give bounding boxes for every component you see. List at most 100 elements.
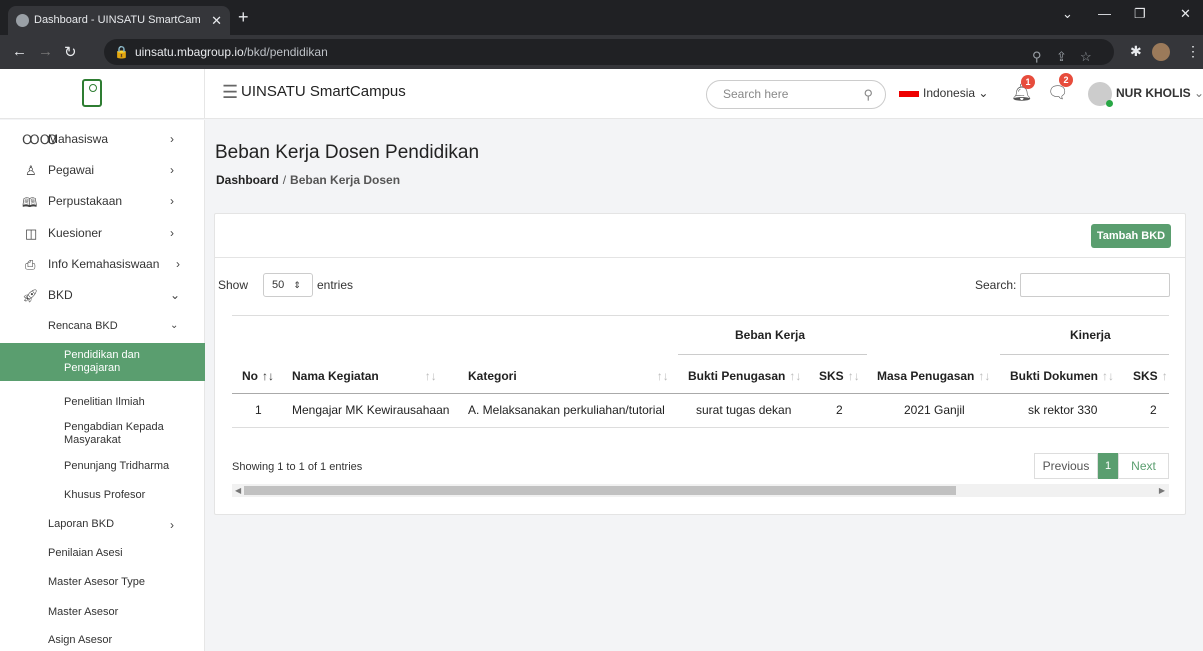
column-header-kategori[interactable]: Kategori ↑↓ [468, 369, 669, 383]
address-bar[interactable]: 🔒 uinsatu.mbagroup.io/bkd/pendidikan ⚲ ⇪ … [104, 39, 1114, 65]
sort-icon: ↑↓ [847, 369, 860, 383]
forward-icon[interactable]: → [38, 43, 53, 60]
sort-icon: ↑↓ [978, 369, 991, 383]
language-selector[interactable]: Indonesia ⌄ [923, 86, 988, 100]
sidebar: ꝎꝎ Mahasiswa › ♙ Pegawai › 🕮 Perpustakaa… [0, 120, 205, 651]
lock-icon: 🔒 [114, 45, 129, 59]
column-header-bukti-dokumen[interactable]: Bukti Dokumen ↑↓ [1010, 369, 1114, 383]
sidebar-item-penunjang[interactable]: Penunjang Tridharma [64, 460, 169, 473]
chevron-right-icon: › [170, 518, 174, 532]
chevron-down-icon: ⌄ [170, 320, 179, 331]
restore-icon[interactable]: ❐ [1134, 6, 1146, 22]
column-header-sks[interactable]: SKS ↑↓ [819, 369, 860, 383]
column-label: Bukti Penugasan [688, 369, 786, 383]
scroll-left-icon[interactable]: ◀ [235, 484, 241, 497]
sidebar-item-label: Laporan BKD [48, 518, 115, 530]
sidebar-item-penilaian-asesi[interactable]: Penilaian Asesi [48, 547, 123, 559]
column-header-no[interactable]: No ↑↓ [242, 369, 274, 383]
sort-icon: ↑ [1161, 369, 1168, 383]
clipboard-icon: ◫ [25, 226, 38, 241]
show-label: Show [218, 278, 249, 292]
column-header-sks-kinerja[interactable]: SKS ↑ [1133, 369, 1169, 383]
table-search-input[interactable] [1020, 273, 1170, 297]
column-header-bukti-penugasan[interactable]: Bukti Penugasan ↑↓ [688, 369, 801, 383]
table-top-border [232, 315, 1169, 316]
scrollbar-thumb[interactable] [244, 486, 956, 495]
sidebar-item-kuesioner[interactable]: ◫ Kuesioner › [0, 226, 205, 256]
scroll-right-icon[interactable]: ▶ [1159, 484, 1165, 497]
sidebar-item-label: Perpustakaan [48, 194, 123, 208]
breadcrumb: Dashboard / Beban Kerja Dosen [216, 173, 400, 187]
minimize-icon[interactable]: — [1098, 6, 1111, 21]
sidebar-item-label: BKD [48, 288, 73, 302]
previous-button[interactable]: Previous [1034, 453, 1098, 479]
page-title: Beban Kerja Dosen Pendidikan [215, 142, 480, 163]
breadcrumb-home[interactable]: Dashboard [216, 173, 279, 187]
share-icon[interactable]: ⇪ [1056, 44, 1067, 70]
column-label: Bukti Dokumen [1010, 369, 1099, 383]
sidebar-item-master-asesor-type[interactable]: Master Asesor Type [48, 576, 145, 588]
extensions-icon[interactable]: ✱ [1130, 43, 1142, 60]
reload-icon[interactable]: ↻ [64, 43, 77, 61]
sidebar-item-label: Rencana BKD [48, 320, 118, 332]
sidebar-item-info-kemahasiswaan[interactable]: ⎙ Info Kemahasiswaan › [0, 257, 205, 287]
user-name: NUR KHOLIS [1116, 86, 1191, 100]
sidebar-item-perpustakaan[interactable]: 🕮 Perpustakaan › [0, 194, 205, 224]
window-close-icon[interactable]: ✕ [1180, 6, 1191, 22]
column-header-masa-penugasan[interactable]: Masa Penugasan ↑↓ [877, 369, 990, 383]
column-label: No [242, 369, 258, 383]
sidebar-item-asign-asesor[interactable]: Asign Asesor [48, 634, 112, 646]
zoom-icon[interactable]: ⚲ [1032, 44, 1042, 70]
page-1-button[interactable]: 1 [1098, 453, 1118, 479]
menu-icon[interactable]: ⋮ [1186, 43, 1200, 60]
user-menu[interactable]: NUR KHOLIS ⌄ [1116, 86, 1203, 100]
sidebar-item-label: Kuesioner [48, 226, 103, 240]
sort-icon: ↑↓ [656, 369, 669, 383]
header-search-input[interactable]: Search here ⚲ [706, 80, 886, 109]
add-bkd-button[interactable]: Tambah BKD [1091, 224, 1171, 248]
logo[interactable] [82, 79, 102, 107]
table-cell-sks: 2 [836, 403, 843, 417]
sidebar-item-penelitian[interactable]: Penelitian Ilmiah [64, 396, 145, 409]
sidebar-item-bkd[interactable]: 🚀︎ BKD ⌄ [0, 288, 205, 318]
back-icon[interactable]: ← [12, 43, 27, 60]
browser-tabbar: Dashboard - UINSATU SmartCam ✕ + ⌄ — ❐ ✕ [0, 0, 1203, 35]
book-icon: 🕮 [22, 195, 38, 210]
sidebar-item-khusus-profesor[interactable]: Khusus Profesor [64, 489, 145, 502]
table-cell-bukti-penugasan: surat tugas dekan [696, 403, 792, 417]
table-cell-bukti-dokumen: sk rektor 330 [1028, 403, 1098, 417]
sidebar-item-pegawai[interactable]: ♙ Pegawai › [0, 163, 205, 193]
language-label: Indonesia [923, 86, 976, 100]
browser-toolbar: ← → ↻ 🔒 uinsatu.mbagroup.io/bkd/pendidika… [0, 35, 1203, 69]
table-row-border [232, 427, 1169, 428]
chevron-down-icon[interactable]: ⌄ [1062, 6, 1073, 22]
entries-label: entries [317, 278, 354, 292]
star-icon[interactable]: ☆ [1080, 44, 1092, 70]
chevron-right-icon: › [170, 194, 174, 208]
chevron-right-icon: › [170, 163, 174, 177]
sidebar-item-mahasiswa[interactable]: ꝎꝎ Mahasiswa › [0, 132, 205, 162]
sort-arrows-icon: ⇕ [293, 280, 301, 290]
menu-toggle-icon[interactable]: ☰ [222, 82, 238, 103]
entries-select[interactable]: 50 ⇕ [263, 273, 313, 297]
new-tab-icon[interactable]: + [238, 7, 249, 28]
sort-icon: ↑↓ [789, 369, 802, 383]
chevron-right-icon: › [170, 132, 174, 146]
card-header: Tambah BKD [215, 214, 1185, 258]
sidebar-item-label: Pendidikan dan Pengajaran [64, 349, 140, 374]
sidebar-item-laporan-bkd[interactable]: Laporan BKD › [0, 518, 205, 548]
search-label: Search: [975, 278, 1017, 292]
user-icon: ♙ [25, 163, 37, 178]
browser-tab[interactable]: Dashboard - UINSATU SmartCam ✕ [8, 6, 230, 35]
search-icon[interactable]: ⚲ [863, 81, 873, 108]
profile-icon[interactable] [1152, 43, 1170, 61]
close-icon[interactable]: ✕ [211, 6, 222, 35]
next-button[interactable]: Next [1118, 453, 1169, 479]
column-header-nama-kegiatan[interactable]: Nama Kegiatan ↑↓ [292, 369, 437, 383]
horizontal-scrollbar[interactable]: ◀ ▶ [232, 484, 1169, 497]
sidebar-item-master-asesor[interactable]: Master Asesor [48, 606, 118, 618]
sidebar-item-label: Mahasiswa [48, 132, 109, 146]
sidebar-item-pengabdian[interactable]: Pengabdian Kepada Masyarakat [64, 421, 184, 447]
sidebar-item-pendidikan[interactable]: Pendidikan dan Pengajaran [0, 343, 205, 381]
chevron-down-icon: ⌄ [170, 288, 181, 302]
